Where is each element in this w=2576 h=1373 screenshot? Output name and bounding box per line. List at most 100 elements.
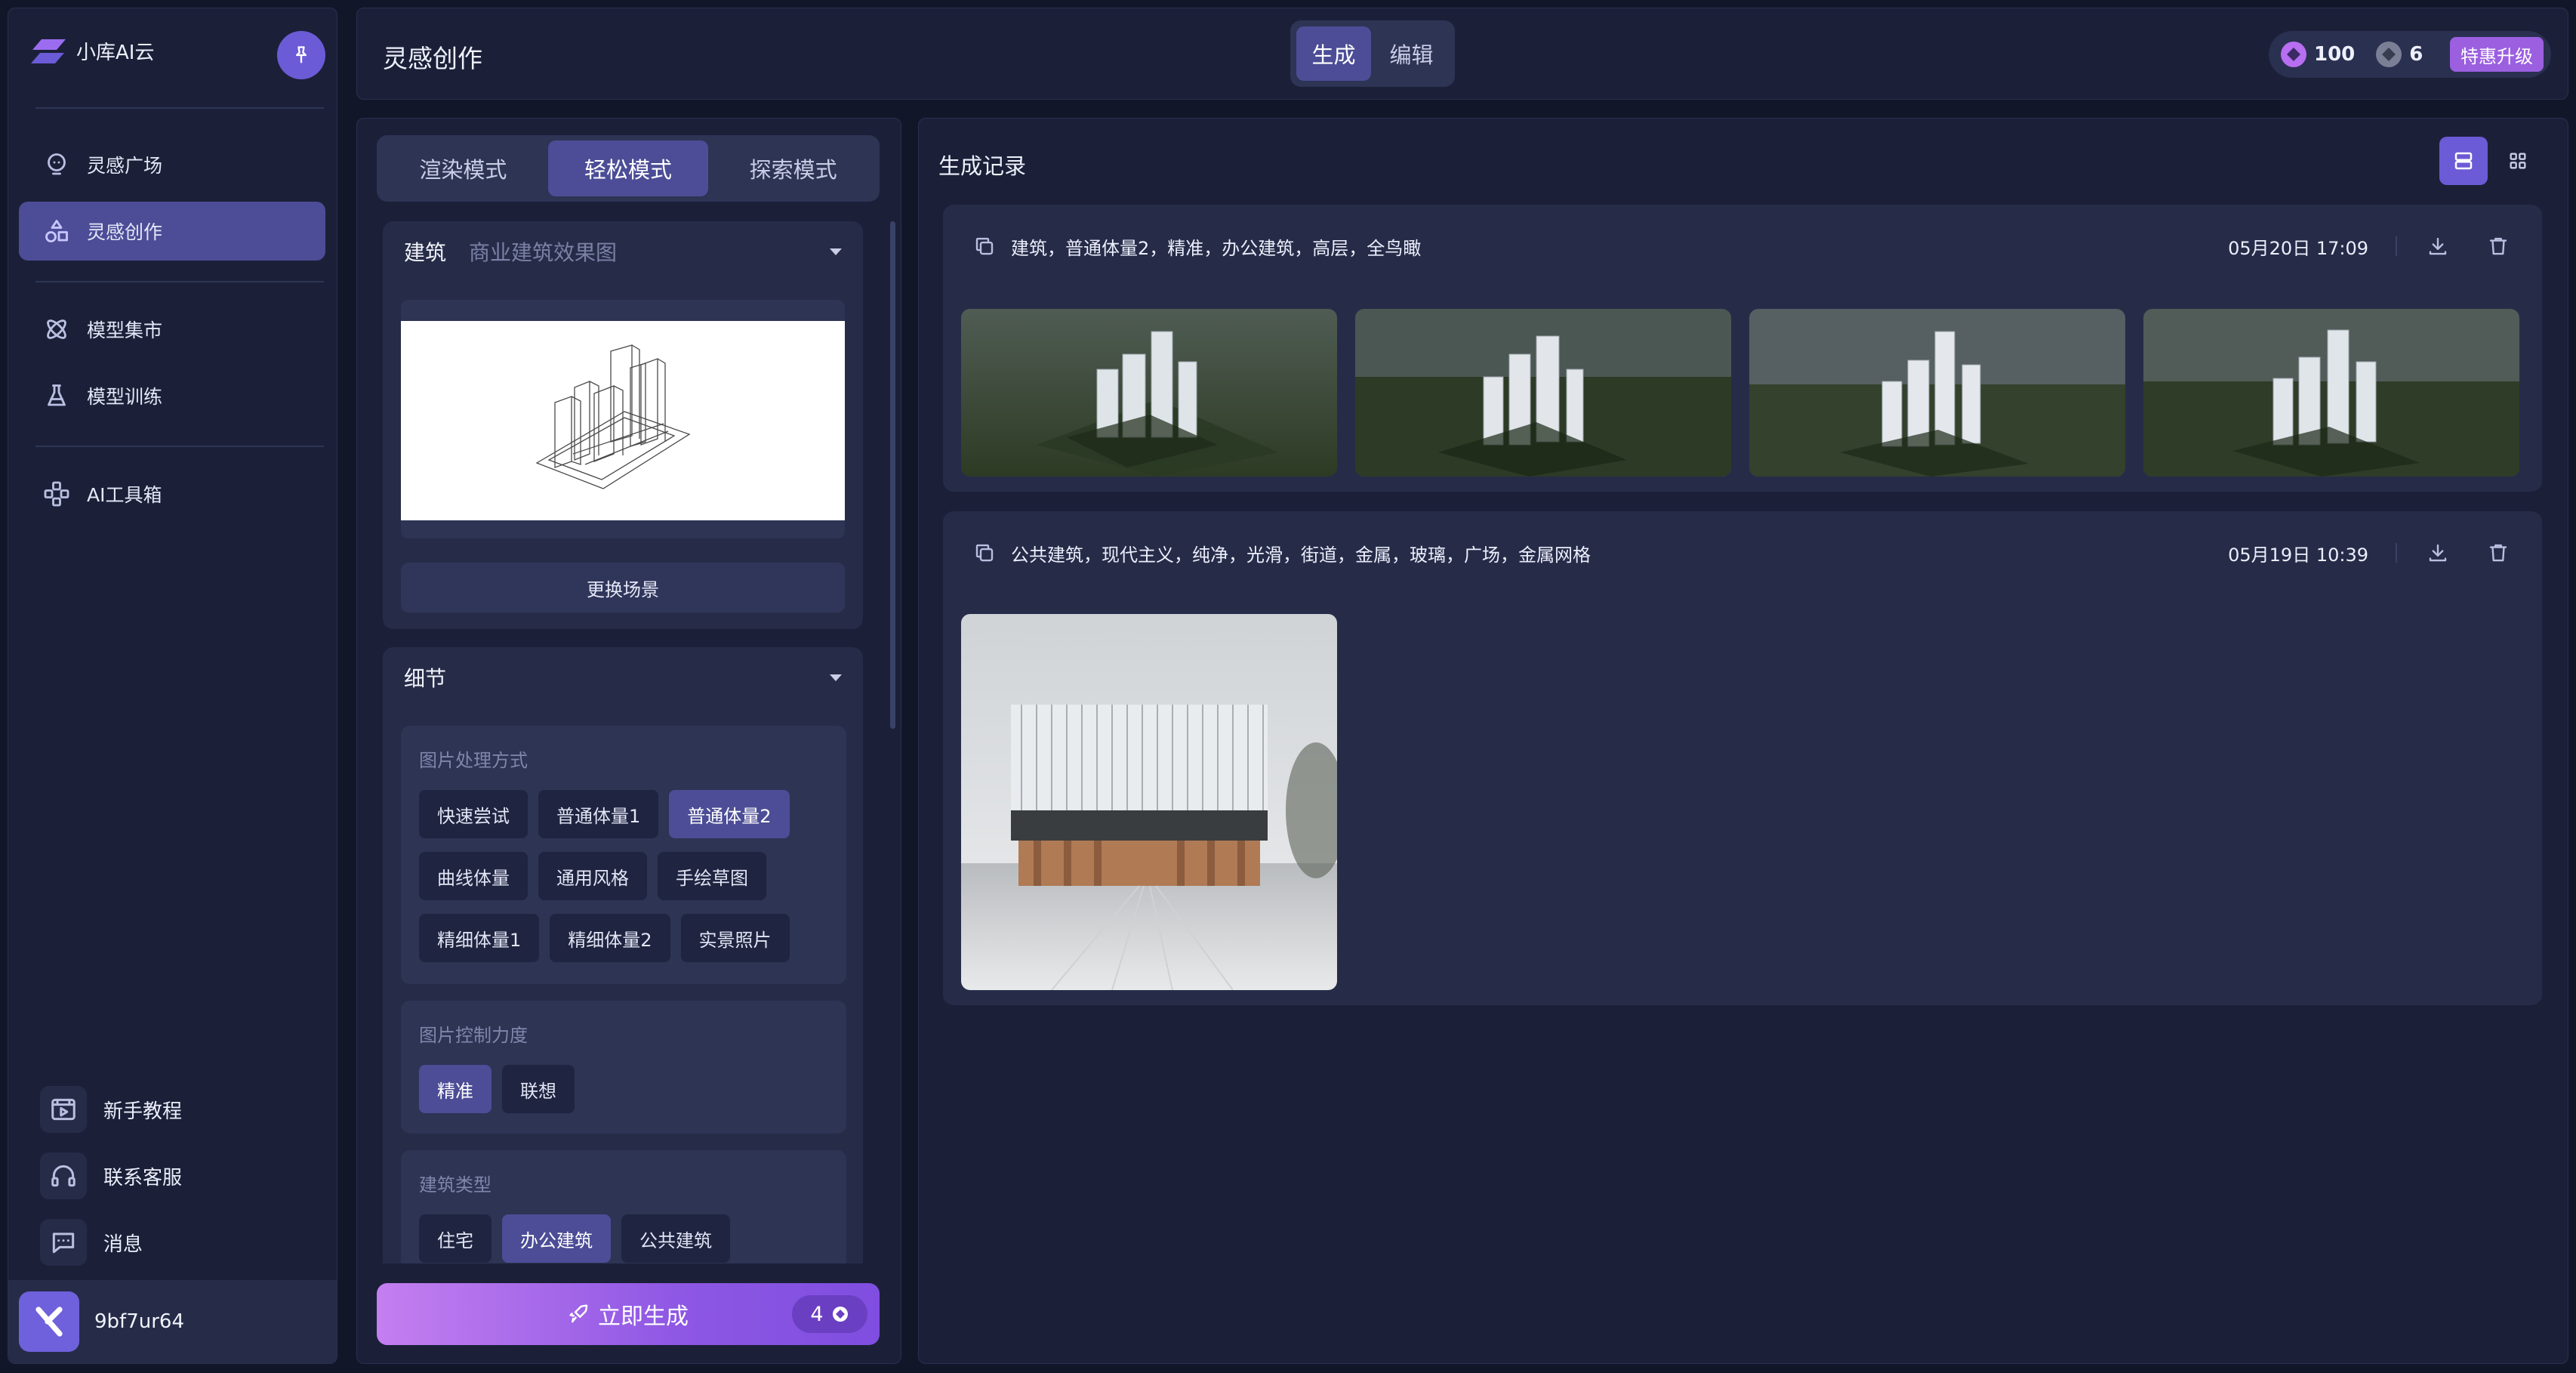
upgrade-button[interactable]: 特惠升级 [2450, 37, 2544, 72]
logo-icon [31, 39, 66, 63]
option-chip-selected[interactable]: 精准 [419, 1065, 491, 1113]
delete-button[interactable] [2485, 539, 2512, 566]
user-bar[interactable]: 9bf7ur64 [8, 1280, 337, 1363]
divider [2396, 236, 2397, 256]
scrollbar[interactable] [890, 221, 895, 729]
tab-explore-mode[interactable]: 探索模式 [713, 140, 874, 196]
processing-options: 快速尝试 普通体量1 普通体量2 曲线体量 通用风格 手绘草图 精细体量1 精细… [419, 790, 828, 962]
avatar[interactable] [19, 1291, 79, 1352]
nav-label: AI工具箱 [87, 484, 162, 506]
nav-item-model-market[interactable]: 模型集市 [19, 300, 325, 359]
generated-image[interactable] [961, 309, 1337, 477]
sketch-image [401, 321, 845, 520]
nav-label: 模型训练 [87, 386, 163, 408]
option-chip[interactable]: 快速尝试 [419, 790, 528, 838]
mode-tabs: 渲染模式 轻松模式 探索模式 [377, 135, 880, 202]
credit-value-secondary: 6 [2409, 43, 2423, 66]
option-chip[interactable]: 实景照片 [680, 914, 790, 962]
tutorial-link[interactable]: 新手教程 [19, 1081, 325, 1138]
aerial-render [961, 309, 1337, 477]
credits-bar: 100 6 特惠升级 [2269, 31, 2551, 78]
nav-label: 灵感创作 [87, 221, 163, 243]
list-view-button[interactable] [2439, 137, 2488, 185]
option-chip-selected[interactable]: 普通体量2 [669, 790, 790, 838]
option-chip[interactable]: 联想 [502, 1065, 575, 1113]
generated-image[interactable] [961, 614, 1337, 990]
option-chip[interactable]: 精细体量1 [419, 914, 540, 962]
tab-edit[interactable]: 编辑 [1374, 26, 1449, 81]
aerial-render [1749, 309, 2125, 477]
nav-label: 灵感广场 [87, 155, 163, 177]
download-button[interactable] [2424, 539, 2451, 566]
download-icon [2429, 544, 2447, 562]
purple-coin-icon [2281, 42, 2306, 67]
tab-render-mode[interactable]: 渲染模式 [383, 140, 544, 196]
customer-service-link[interactable]: 联系客服 [19, 1147, 325, 1205]
group-title: 图片控制力度 [419, 1025, 528, 1046]
record-prompt: 公共建筑，现代主义，纯净，光滑，街道，金属，玻璃，广场，金属网格 [1011, 544, 1591, 566]
video-icon [51, 1098, 75, 1121]
nav-item-model-training[interactable]: 模型训练 [19, 366, 325, 425]
option-chip[interactable]: 普通体量1 [538, 790, 659, 838]
building-type-options: 住宅 办公建筑 公共建筑 [419, 1214, 828, 1263]
detail-card: 细节 图片处理方式 快速尝试 普通体量1 普通体量2 曲线体量 通用风格 手绘草… [383, 647, 863, 1363]
top-bar: 灵感创作 生成 编辑 100 6 特惠升级 [356, 8, 2568, 100]
headset-icon [51, 1165, 75, 1187]
tab-generate[interactable]: 生成 [1296, 26, 1371, 81]
copy-icon[interactable] [973, 541, 996, 564]
list-view-icon [2454, 152, 2473, 170]
pin-button[interactable] [277, 31, 325, 79]
messages-link[interactable]: 消息 [19, 1214, 325, 1271]
aerial-render [2143, 309, 2519, 477]
record-prompt: 建筑，普通体量2，精准，办公建筑，高层，全鸟瞰 [1011, 237, 1422, 259]
public-building-render [961, 614, 1337, 990]
nav-item-inspiration-square[interactable]: 灵感广场 [19, 135, 325, 194]
trash-icon [2489, 544, 2507, 562]
option-chip[interactable]: 通用风格 [538, 852, 647, 900]
chevron-down-icon [830, 248, 842, 255]
mode-switch: 生成 编辑 [1290, 20, 1455, 87]
divider [2396, 543, 2397, 563]
nav-item-inspiration-create[interactable]: 灵感创作 [19, 202, 325, 261]
detail-header[interactable]: 细节 [383, 647, 863, 708]
flask-icon [48, 384, 66, 406]
brand[interactable]: 小库AI云 [31, 37, 154, 65]
generate-button[interactable]: 立即生成 4 [377, 1283, 880, 1345]
option-chip[interactable]: 公共建筑 [621, 1214, 730, 1263]
option-chip[interactable]: 住宅 [419, 1214, 491, 1263]
option-chip[interactable]: 精细体量2 [550, 914, 670, 962]
settings-panel: 渲染模式 轻松模式 探索模式 建筑 商业建筑效果图 更换场景 细节 图片处理方式… [356, 118, 901, 1364]
option-chip-selected[interactable]: 办公建筑 [502, 1214, 611, 1263]
coin-icon [832, 1307, 848, 1322]
generate-count: 4 [810, 1302, 824, 1326]
divider [35, 107, 324, 109]
generated-image[interactable] [1749, 309, 2125, 477]
credit-value-primary: 100 [2314, 43, 2356, 66]
option-chip[interactable]: 曲线体量 [419, 852, 528, 900]
delete-button[interactable] [2485, 233, 2512, 260]
nav-label: 模型集市 [87, 319, 163, 341]
scene-select[interactable]: 建筑 商业建筑效果图 [383, 221, 863, 282]
generated-image[interactable] [2143, 309, 2519, 477]
option-chip[interactable]: 手绘草图 [658, 852, 766, 900]
change-scene-button[interactable]: 更换场景 [401, 563, 845, 612]
control-options: 精准 联想 [419, 1065, 828, 1113]
scene-type: 商业建筑效果图 [469, 240, 618, 265]
tab-easy-mode[interactable]: 轻松模式 [547, 140, 709, 196]
scene-preview[interactable] [401, 300, 845, 538]
grid-view-icon [2510, 153, 2526, 169]
processing-group: 图片处理方式 快速尝试 普通体量1 普通体量2 曲线体量 通用风格 手绘草图 精… [401, 726, 846, 984]
record-card: 建筑，普通体量2，精准，办公建筑，高层，全鸟瞰 05月20日 17:09 [943, 205, 2542, 492]
trash-icon [2489, 237, 2507, 255]
grid-view-button[interactable] [2494, 137, 2542, 185]
building-sketch [535, 344, 691, 489]
record-header: 公共建筑，现代主义，纯净，光滑，街道，金属，玻璃，广场，金属网格 05月19日 … [943, 511, 2542, 594]
tutorial-label: 新手教程 [103, 1100, 183, 1123]
rocket-icon [569, 1304, 588, 1323]
download-button[interactable] [2424, 233, 2451, 260]
group-title: 图片处理方式 [419, 750, 528, 771]
gray-coin-icon [2376, 42, 2402, 67]
nav-item-ai-toolbox[interactable]: AI工具箱 [19, 464, 325, 523]
copy-icon[interactable] [973, 235, 996, 258]
generated-image[interactable] [1355, 309, 1731, 477]
